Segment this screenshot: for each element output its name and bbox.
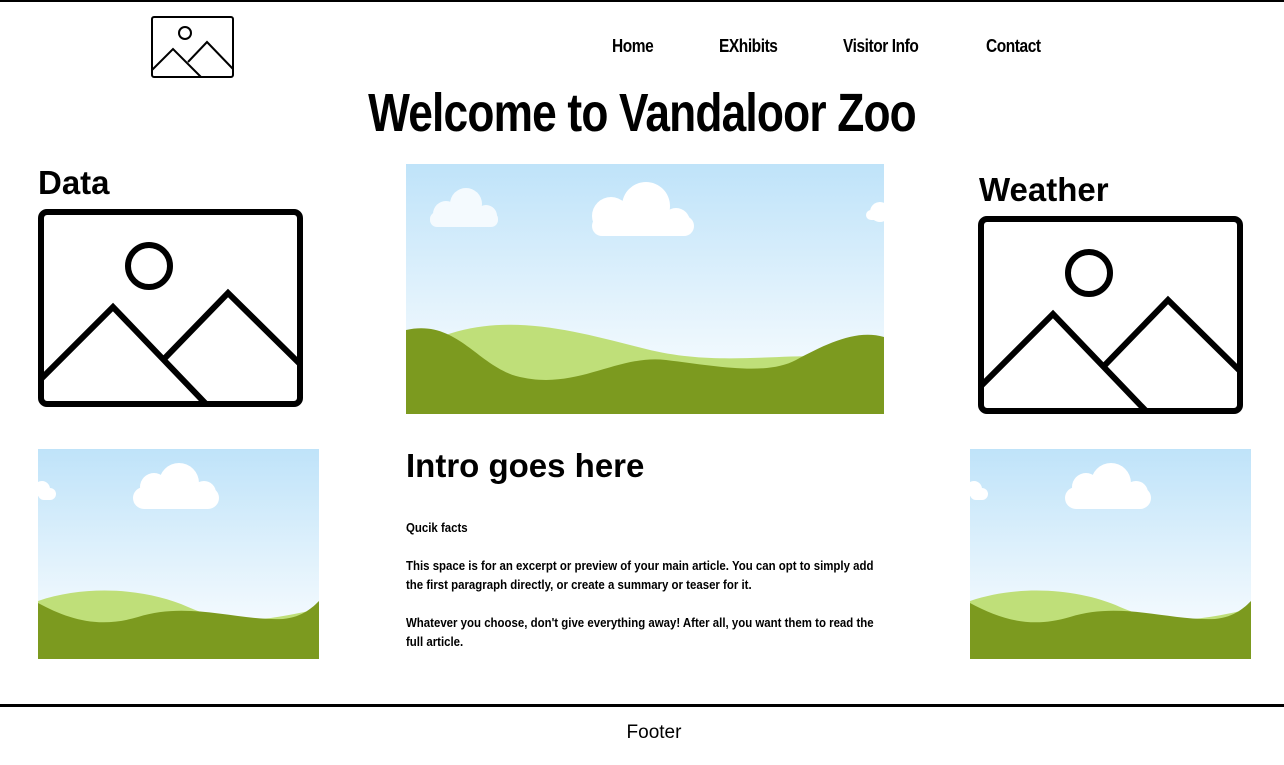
nav-visitor-info[interactable]: Visitor Info (843, 36, 919, 57)
hero-landscape-image (406, 164, 884, 414)
logo-image-placeholder-icon[interactable] (151, 16, 234, 78)
page-title: Welcome to Vandaloor Zoo (368, 83, 917, 143)
right-landscape-image (970, 449, 1251, 659)
footer-text: Footer (626, 722, 682, 743)
intro-paragraph-2: Whatever you choose, don't give everythi… (406, 615, 874, 649)
nav-home[interactable]: Home (612, 36, 654, 57)
weather-image-placeholder-icon[interactable] (978, 216, 1243, 414)
quick-facts-label: Qucik facts (406, 520, 468, 535)
weather-heading: Weather (979, 171, 1109, 208)
footer-divider (0, 704, 1284, 707)
left-landscape-image (38, 449, 319, 659)
nav-exhibits[interactable]: EXhibits (719, 36, 778, 57)
intro-paragraph-1: This space is for an excerpt or preview … (406, 558, 874, 592)
top-border (0, 0, 1284, 2)
data-heading: Data (38, 164, 110, 201)
data-image-placeholder-icon[interactable] (38, 209, 303, 407)
nav-contact[interactable]: Contact (986, 36, 1041, 57)
intro-heading: Intro goes here (406, 447, 645, 484)
